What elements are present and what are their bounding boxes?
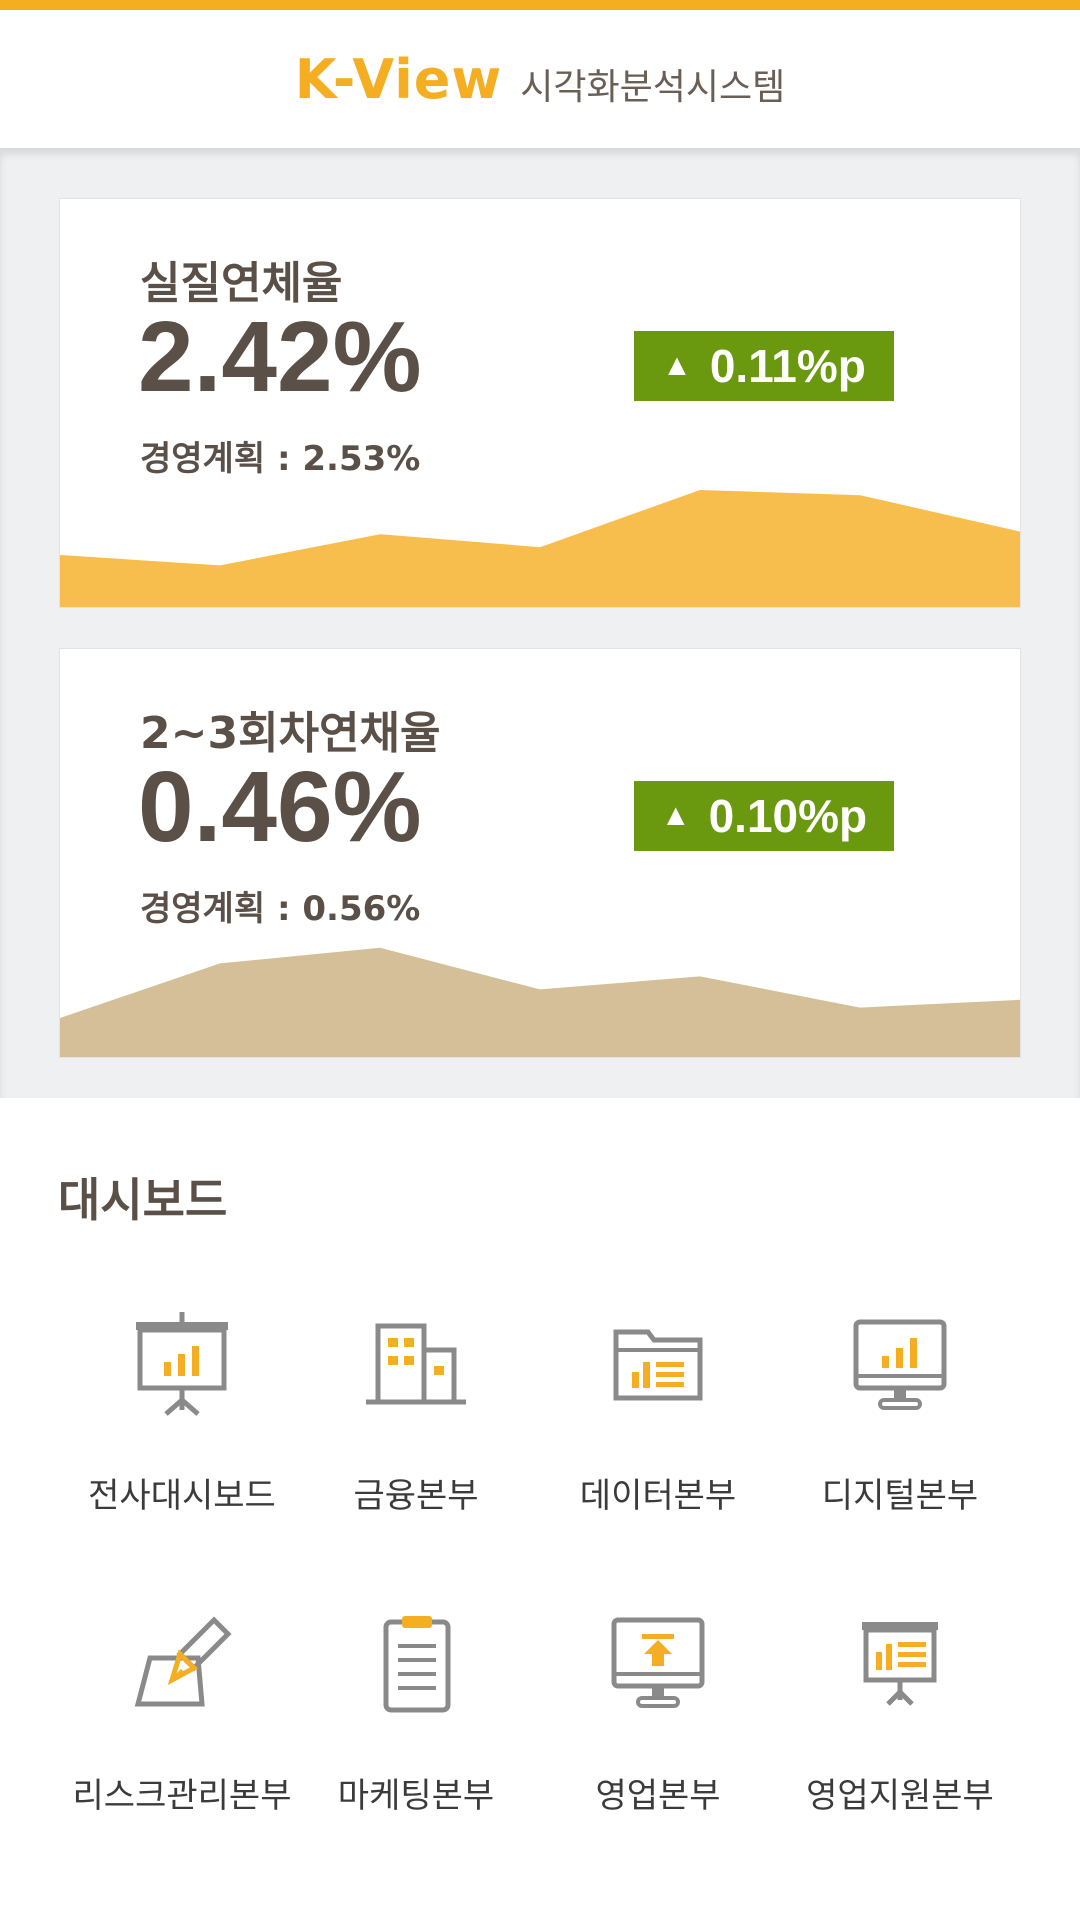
dashboard-item-label: 영업본부: [595, 1776, 721, 1816]
trend-area: [60, 490, 1020, 607]
dashboard-item-label: 마케팅본부: [337, 1776, 495, 1816]
top-accent-bar: [0, 0, 1080, 10]
dashboard-item-marketing[interactable]: 마케팅본부: [306, 1610, 526, 1850]
dashboard-item-label: 리스크관리본부: [72, 1776, 292, 1816]
brand-logo[interactable]: K-View: [295, 48, 503, 111]
pen-sign-icon: [134, 1616, 232, 1707]
dashboard-item-digital[interactable]: 디지털본부: [790, 1310, 1010, 1550]
change-value: 0.11%p: [709, 340, 866, 392]
kpi-panel: 실질연체율 2.42% 경영계획 : 2.53% ▲ 0.11%p 2~3회차연…: [0, 148, 1080, 1098]
monitor-chart-icon: [853, 1319, 947, 1410]
up-triangle-icon: ▲: [660, 799, 691, 832]
dashboard-item-data[interactable]: 데이터본부: [548, 1310, 768, 1550]
dashboard-item-label: 전사대시보드: [88, 1476, 276, 1516]
clipboard-icon: [383, 1616, 451, 1713]
dashboard-item-company[interactable]: 전사대시보드: [72, 1310, 292, 1550]
dashboard-item-label: 영업지원본부: [806, 1776, 994, 1816]
kpi-plan: 경영계획 : 2.53%: [140, 439, 421, 479]
app-subtitle: 시각화분석시스템: [520, 67, 786, 108]
kpi-card-2-3-overdue-rate[interactable]: 2~3회차연채율 0.46% 경영계획 : 0.56% ▲ 0.10%p: [59, 648, 1021, 1058]
folder-chart-icon: [613, 1329, 703, 1401]
change-badge: ▲ 0.10%p: [634, 781, 894, 851]
presentation-chart-icon: [136, 1312, 228, 1416]
change-badge: ▲ 0.11%p: [634, 331, 894, 401]
change-value: 0.10%p: [708, 790, 868, 842]
dashboard-item-label: 데이터본부: [579, 1476, 737, 1516]
dashboard-item-label: 디지털본부: [821, 1476, 979, 1516]
dashboard-item-risk[interactable]: 리스크관리본부: [72, 1610, 292, 1850]
kpi-value: 0.46%: [138, 751, 422, 863]
board-list-icon: [862, 1622, 938, 1706]
building-icon: [366, 1323, 466, 1405]
dashboard-item-finance[interactable]: 금융본부: [306, 1310, 526, 1550]
dashboard-item-sales-support[interactable]: 영업지원본부: [790, 1610, 1010, 1850]
kpi-plan: 경영계획 : 0.56%: [140, 889, 421, 929]
dashboard-item-sales[interactable]: 영업본부: [548, 1610, 768, 1850]
dashboard-item-label: 금융본부: [353, 1476, 479, 1516]
app-header: K-View 시각화분석시스템: [0, 10, 1080, 148]
trend-area: [60, 947, 1020, 1057]
up-triangle-icon: ▲: [662, 349, 692, 382]
kpi-card-overdue-rate[interactable]: 실질연체율 2.42% 경영계획 : 2.53% ▲ 0.11%p: [59, 198, 1021, 608]
monitor-upload-icon: [611, 1617, 705, 1708]
kpi-value: 2.42%: [138, 301, 422, 413]
dashboard-section-title: 대시보드: [58, 1173, 228, 1227]
